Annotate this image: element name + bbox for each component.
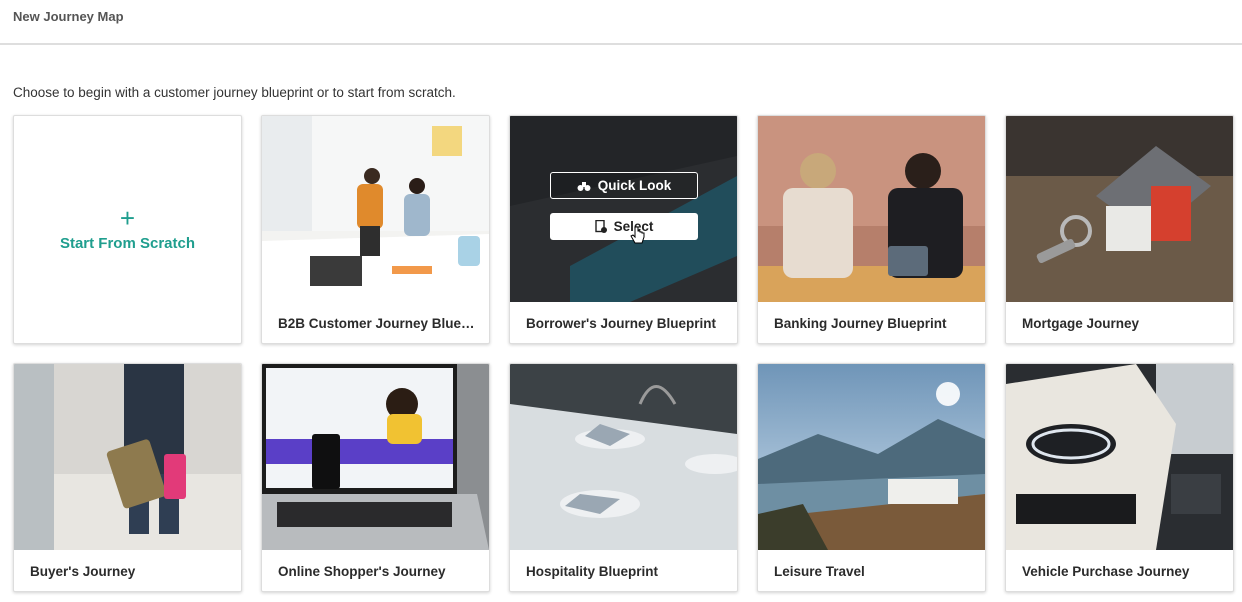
instructions-text: Choose to begin with a customer journey … xyxy=(13,85,456,100)
blueprint-card-mortgage[interactable]: Mortgage Journey xyxy=(1005,115,1234,344)
hand-cursor-icon xyxy=(630,226,645,244)
card-image xyxy=(262,116,489,302)
document-check-icon xyxy=(594,220,607,233)
plus-icon: + xyxy=(119,203,136,233)
quick-look-label: Quick Look xyxy=(597,178,672,193)
card-label: Hospitality Blueprint xyxy=(526,564,659,579)
card-image xyxy=(1006,364,1233,550)
blueprint-card-banking[interactable]: Banking Journey Blueprint xyxy=(757,115,986,344)
quick-look-button[interactable]: Quick Look xyxy=(550,172,698,199)
card-image xyxy=(1006,116,1233,302)
blueprint-card-borrowers[interactable]: Quick Look Select Borrower's Journey Blu… xyxy=(509,115,738,344)
blueprint-card-online-shopper[interactable]: Online Shopper's Journey xyxy=(261,363,490,592)
start-from-scratch-label: Start From Scratch xyxy=(59,235,196,252)
card-label: Banking Journey Blueprint xyxy=(774,316,947,331)
card-label: B2B Customer Journey Bluepr... xyxy=(278,316,478,331)
card-image xyxy=(758,116,985,302)
page-title: New Journey Map xyxy=(13,9,124,24)
card-image xyxy=(262,364,489,550)
card-label: Online Shopper's Journey xyxy=(278,564,446,579)
card-image xyxy=(758,364,985,550)
blueprint-card-leisure[interactable]: Leisure Travel xyxy=(757,363,986,592)
blueprint-card-hospitality[interactable]: Hospitality Blueprint xyxy=(509,363,738,592)
select-button[interactable]: Select xyxy=(550,213,698,240)
card-label: Mortgage Journey xyxy=(1022,316,1140,331)
blueprint-card-vehicle[interactable]: Vehicle Purchase Journey xyxy=(1005,363,1234,592)
card-image xyxy=(510,364,737,550)
start-from-scratch-card[interactable]: + Start From Scratch xyxy=(13,115,242,344)
card-label: Buyer's Journey xyxy=(30,564,136,579)
card-image xyxy=(14,364,241,550)
card-label: Borrower's Journey Blueprint xyxy=(526,316,716,331)
card-image xyxy=(510,116,737,302)
page-header: New Journey Map xyxy=(0,0,1242,45)
blueprint-card-buyers[interactable]: Buyer's Journey xyxy=(13,363,242,592)
card-label: Leisure Travel xyxy=(774,564,865,579)
binoculars-icon xyxy=(577,181,591,191)
card-label: Vehicle Purchase Journey xyxy=(1022,564,1190,579)
blueprint-card-b2b[interactable]: B2B Customer Journey Bluepr... xyxy=(261,115,490,344)
